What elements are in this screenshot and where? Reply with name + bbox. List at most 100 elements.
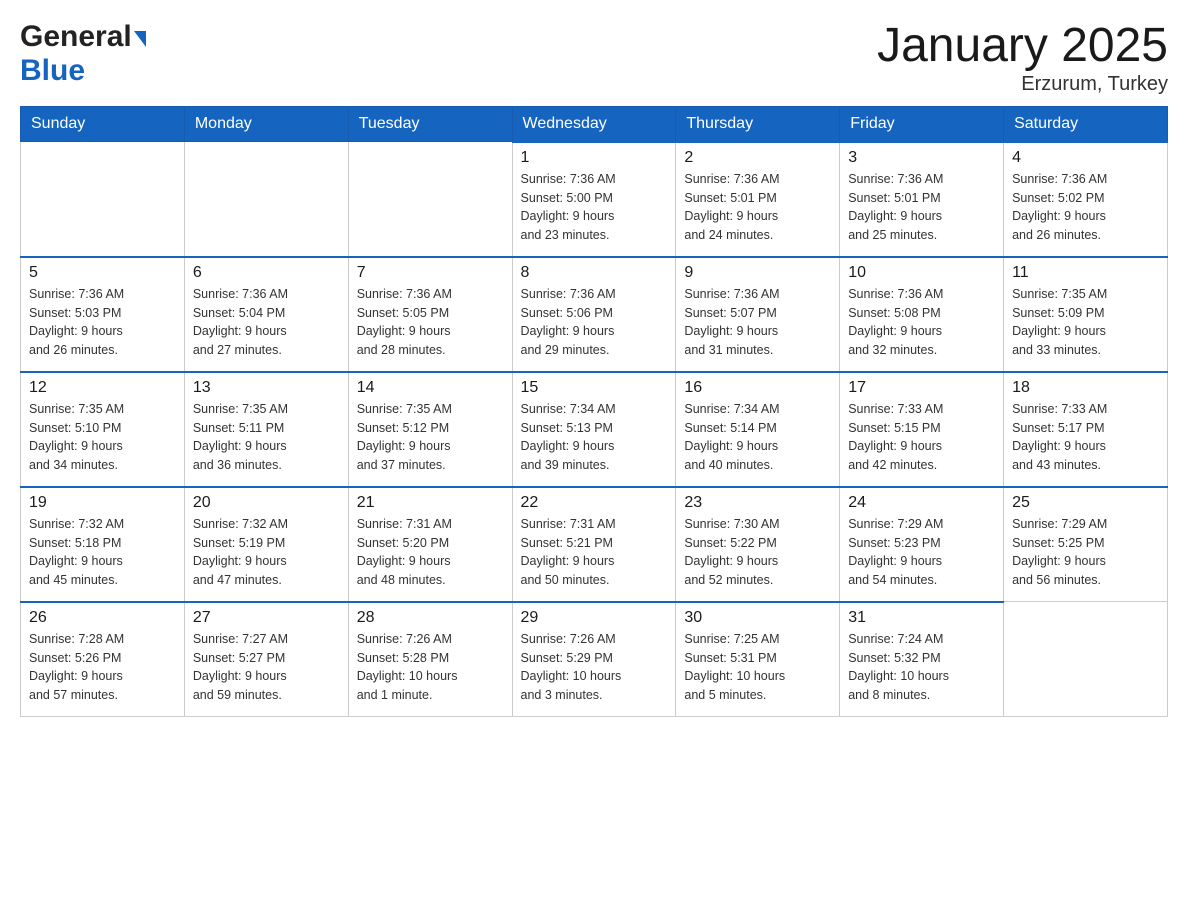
calendar-week-row: 1Sunrise: 7:36 AM Sunset: 5:00 PM Daylig… [21,142,1168,257]
month-title: January 2025 [877,20,1168,73]
calendar-cell: 18 Sunrise: 7:33 AM Sunset: 5:17 PM Dayli… [1004,372,1168,487]
day-number: 4 [1012,149,1159,167]
calendar-cell: 23 Sunrise: 7:30 AM Sunset: 5:22 PM Dayli… [676,487,840,602]
calendar-cell: 17 Sunrise: 7:33 AM Sunset: 5:15 PM Dayli… [840,372,1004,487]
day-number: 2 [684,149,831,167]
logo-general-text: General [20,20,132,54]
day-number: 10 [848,264,995,282]
calendar-cell: 14Sunrise: 7:35 AM Sunset: 5:12 PM Dayli… [348,372,512,487]
calendar-cell: 31 Sunrise: 7:24 AM Sunset: 5:32 PM Dayli… [840,602,1004,717]
day-info: Sunrise: 7:34 AM Sunset: 5:14 PM Dayligh… [684,400,831,475]
day-number: 25 [1012,494,1159,512]
calendar-cell: 16 Sunrise: 7:34 AM Sunset: 5:14 PM Dayli… [676,372,840,487]
day-number: 24 [848,494,995,512]
calendar-cell: 6 Sunrise: 7:36 AM Sunset: 5:04 PM Daylig… [184,257,348,372]
calendar-cell: 11Sunrise: 7:35 AM Sunset: 5:09 PM Dayli… [1004,257,1168,372]
calendar-week-row: 26Sunrise: 7:28 AM Sunset: 5:26 PM Dayli… [21,602,1168,717]
day-info: Sunrise: 7:30 AM Sunset: 5:22 PM Dayligh… [684,515,831,590]
day-info: Sunrise: 7:36 AM Sunset: 5:07 PM Dayligh… [684,285,831,360]
day-number: 5 [29,264,176,282]
calendar-cell: 8 Sunrise: 7:36 AM Sunset: 5:06 PM Daylig… [512,257,676,372]
day-info: Sunrise: 7:35 AM Sunset: 5:10 PM Dayligh… [29,400,176,475]
day-info: Sunrise: 7:25 AM Sunset: 5:31 PM Dayligh… [684,630,831,705]
calendar-cell: 24Sunrise: 7:29 AM Sunset: 5:23 PM Dayli… [840,487,1004,602]
calendar-cell: 15 Sunrise: 7:34 AM Sunset: 5:13 PM Dayli… [512,372,676,487]
day-info: Sunrise: 7:32 AM Sunset: 5:18 PM Dayligh… [29,515,176,590]
logo-blue-text: Blue [20,54,85,88]
day-info: Sunrise: 7:36 AM Sunset: 5:01 PM Dayligh… [684,170,831,245]
day-number: 18 [1012,379,1159,397]
day-info: Sunrise: 7:26 AM Sunset: 5:28 PM Dayligh… [357,630,504,705]
day-info: Sunrise: 7:32 AM Sunset: 5:19 PM Dayligh… [193,515,340,590]
logo: General Blue [20,20,146,88]
day-number: 29 [521,609,668,627]
day-info: Sunrise: 7:36 AM Sunset: 5:03 PM Dayligh… [29,285,176,360]
day-number: 23 [684,494,831,512]
day-info: Sunrise: 7:36 AM Sunset: 5:00 PM Dayligh… [521,170,668,245]
day-info: Sunrise: 7:36 AM Sunset: 5:05 PM Dayligh… [357,285,504,360]
header-sunday: Sunday [21,106,185,142]
calendar-cell: 13Sunrise: 7:35 AM Sunset: 5:11 PM Dayli… [184,372,348,487]
day-info: Sunrise: 7:36 AM Sunset: 5:06 PM Dayligh… [521,285,668,360]
calendar-header-row: Sunday Monday Tuesday Wednesday Thursday… [21,106,1168,142]
day-number: 15 [521,379,668,397]
calendar-cell: 21 Sunrise: 7:31 AM Sunset: 5:20 PM Dayli… [348,487,512,602]
calendar-cell: 12 Sunrise: 7:35 AM Sunset: 5:10 PM Dayli… [21,372,185,487]
calendar-cell: 29 Sunrise: 7:26 AM Sunset: 5:29 PM Dayli… [512,602,676,717]
calendar-cell: 22 Sunrise: 7:31 AM Sunset: 5:21 PM Dayli… [512,487,676,602]
day-number: 12 [29,379,176,397]
calendar-week-row: 12 Sunrise: 7:35 AM Sunset: 5:10 PM Dayli… [21,372,1168,487]
header-thursday: Thursday [676,106,840,142]
calendar-table: Sunday Monday Tuesday Wednesday Thursday… [20,106,1168,718]
day-number: 22 [521,494,668,512]
day-number: 6 [193,264,340,282]
day-info: Sunrise: 7:33 AM Sunset: 5:17 PM Dayligh… [1012,400,1159,475]
day-number: 17 [848,379,995,397]
logo-triangle-icon [134,31,146,47]
calendar-cell: 10 Sunrise: 7:36 AM Sunset: 5:08 PM Dayli… [840,257,1004,372]
header-monday: Monday [184,106,348,142]
calendar-week-row: 19Sunrise: 7:32 AM Sunset: 5:18 PM Dayli… [21,487,1168,602]
day-info: Sunrise: 7:26 AM Sunset: 5:29 PM Dayligh… [521,630,668,705]
calendar-week-row: 5 Sunrise: 7:36 AM Sunset: 5:03 PM Daylig… [21,257,1168,372]
day-info: Sunrise: 7:27 AM Sunset: 5:27 PM Dayligh… [193,630,340,705]
day-info: Sunrise: 7:31 AM Sunset: 5:21 PM Dayligh… [521,515,668,590]
day-info: Sunrise: 7:33 AM Sunset: 5:15 PM Dayligh… [848,400,995,475]
day-info: Sunrise: 7:36 AM Sunset: 5:08 PM Dayligh… [848,285,995,360]
day-number: 7 [357,264,504,282]
header-wednesday: Wednesday [512,106,676,142]
calendar-cell: 1Sunrise: 7:36 AM Sunset: 5:00 PM Daylig… [512,142,676,257]
day-info: Sunrise: 7:34 AM Sunset: 5:13 PM Dayligh… [521,400,668,475]
day-number: 26 [29,609,176,627]
calendar-cell: 5 Sunrise: 7:36 AM Sunset: 5:03 PM Daylig… [21,257,185,372]
location-text: Erzurum, Turkey [877,73,1168,96]
calendar-cell: 25Sunrise: 7:29 AM Sunset: 5:25 PM Dayli… [1004,487,1168,602]
header-tuesday: Tuesday [348,106,512,142]
day-info: Sunrise: 7:36 AM Sunset: 5:04 PM Dayligh… [193,285,340,360]
calendar-cell: 7 Sunrise: 7:36 AM Sunset: 5:05 PM Daylig… [348,257,512,372]
calendar-cell: 28Sunrise: 7:26 AM Sunset: 5:28 PM Dayli… [348,602,512,717]
calendar-cell: 3Sunrise: 7:36 AM Sunset: 5:01 PM Daylig… [840,142,1004,257]
calendar-cell: 4Sunrise: 7:36 AM Sunset: 5:02 PM Daylig… [1004,142,1168,257]
calendar-cell [348,142,512,257]
day-number: 16 [684,379,831,397]
day-number: 21 [357,494,504,512]
day-number: 9 [684,264,831,282]
day-info: Sunrise: 7:24 AM Sunset: 5:32 PM Dayligh… [848,630,995,705]
header-friday: Friday [840,106,1004,142]
calendar-cell: 2 Sunrise: 7:36 AM Sunset: 5:01 PM Daylig… [676,142,840,257]
header-saturday: Saturday [1004,106,1168,142]
calendar-cell: 30 Sunrise: 7:25 AM Sunset: 5:31 PM Dayli… [676,602,840,717]
day-info: Sunrise: 7:36 AM Sunset: 5:01 PM Dayligh… [848,170,995,245]
calendar-cell [1004,602,1168,717]
day-number: 31 [848,609,995,627]
day-number: 11 [1012,264,1159,282]
day-number: 14 [357,379,504,397]
calendar-cell: 9 Sunrise: 7:36 AM Sunset: 5:07 PM Daylig… [676,257,840,372]
day-number: 8 [521,264,668,282]
calendar-cell: 20Sunrise: 7:32 AM Sunset: 5:19 PM Dayli… [184,487,348,602]
calendar-cell: 26Sunrise: 7:28 AM Sunset: 5:26 PM Dayli… [21,602,185,717]
day-number: 30 [684,609,831,627]
day-number: 27 [193,609,340,627]
day-info: Sunrise: 7:31 AM Sunset: 5:20 PM Dayligh… [357,515,504,590]
